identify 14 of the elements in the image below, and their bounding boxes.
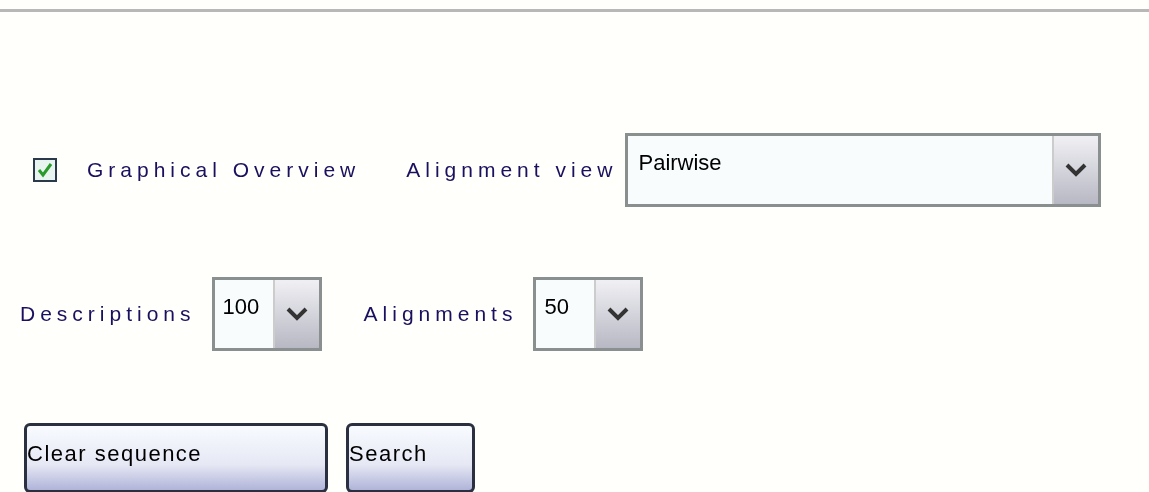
field-label: Descriptions — [20, 302, 196, 326]
chevron-down-icon — [607, 307, 630, 321]
checkbox-label: Graphical Overview — [87, 158, 361, 182]
dropdown[interactable]: 100 — [211, 277, 322, 351]
checkmark-icon — [37, 162, 53, 178]
field-label: Alignments — [363, 302, 518, 326]
action-button[interactable]: Clear sequence — [24, 423, 328, 492]
dropdown[interactable]: Pairwise — [625, 133, 1102, 207]
dropdown[interactable]: 50 — [533, 277, 644, 351]
checkbox[interactable] — [33, 158, 57, 182]
action-button[interactable]: Search — [346, 423, 475, 492]
chevron-down-icon — [285, 307, 308, 321]
field-label: Alignment view — [406, 158, 618, 182]
chevron-down-icon — [1065, 163, 1088, 177]
